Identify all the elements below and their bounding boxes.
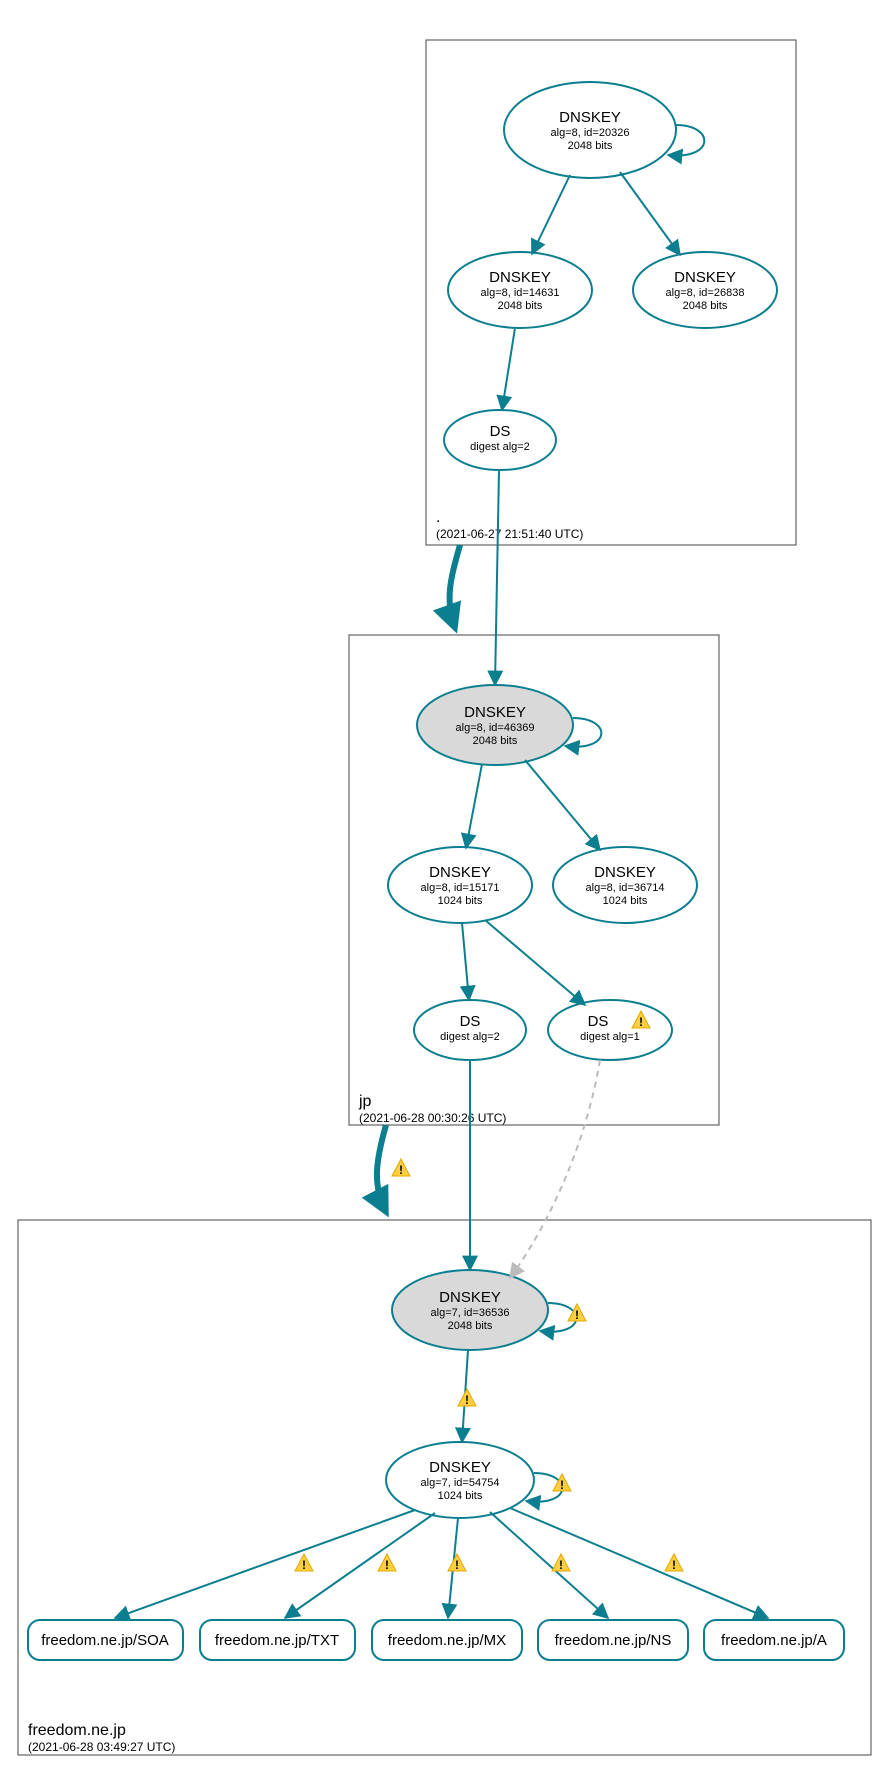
warn-icon: ! — [458, 1389, 476, 1407]
svg-text:1024 bits: 1024 bits — [438, 895, 483, 907]
svg-text:alg=8, id=20326: alg=8, id=20326 — [551, 127, 630, 139]
svg-text:alg=8, id=15171: alg=8, id=15171 — [421, 882, 500, 894]
zone-root: . (2021-06-27 21:51:40 UTC) DNSKEY alg=8… — [426, 40, 796, 545]
zone-jp-ts: (2021-06-28 00:30:26 UTC) — [359, 1111, 506, 1125]
node-root-k2: DNSKEY alg=8, id=26838 2048 bits — [633, 252, 777, 328]
svg-text:freedom.ne.jp/TXT: freedom.ne.jp/TXT — [215, 1632, 339, 1649]
svg-text:alg=7, id=54754: alg=7, id=54754 — [421, 1477, 500, 1489]
warn-icon: ! — [665, 1554, 683, 1572]
svg-text:DNSKEY: DNSKEY — [439, 1289, 501, 1306]
svg-text:DNSKEY: DNSKEY — [464, 704, 526, 721]
node-jp-zsk: DNSKEY alg=8, id=15171 1024 bits — [388, 847, 532, 923]
svg-text:1024 bits: 1024 bits — [603, 895, 648, 907]
zone-leaf-label: freedom.ne.jp — [28, 1722, 126, 1739]
rrset-ns: freedom.ne.jp/NS — [538, 1620, 688, 1660]
svg-text:!: ! — [385, 1558, 389, 1572]
svg-text:DS: DS — [490, 423, 511, 440]
svg-text:2048 bits: 2048 bits — [448, 1320, 493, 1332]
warn-icon: ! — [378, 1554, 396, 1572]
edge-jp-ds1-to-leaf-ksk — [510, 1060, 600, 1278]
zone-root-ts: (2021-06-27 21:51:40 UTC) — [436, 527, 583, 541]
svg-text:!: ! — [399, 1163, 403, 1177]
zone-root-label: . — [436, 509, 440, 526]
warn-icon: ! — [392, 1159, 410, 1177]
edge-root-ksk-zsk — [532, 175, 570, 254]
svg-text:!: ! — [560, 1478, 564, 1492]
edge-root-to-jp-deleg — [450, 545, 460, 628]
svg-text:alg=8, id=46369: alg=8, id=46369 — [456, 722, 535, 734]
warn-icon: ! — [295, 1554, 313, 1572]
edge-root-ds-to-jp-ksk — [495, 470, 499, 685]
svg-text:2048 bits: 2048 bits — [568, 140, 613, 152]
zone-jp: jp (2021-06-28 00:30:26 UTC) DNSKEY alg=… — [349, 470, 719, 1125]
svg-text:digest alg=2: digest alg=2 — [470, 441, 530, 453]
node-root-ksk: DNSKEY alg=8, id=20326 2048 bits — [504, 82, 676, 178]
node-leaf-zsk: DNSKEY alg=7, id=54754 1024 bits — [386, 1442, 534, 1518]
svg-text:alg=8, id=26838: alg=8, id=26838 — [666, 287, 745, 299]
svg-text:digest alg=1: digest alg=1 — [580, 1031, 640, 1043]
node-jp-k2: DNSKEY alg=8, id=36714 1024 bits — [553, 847, 697, 923]
svg-text:DNSKEY: DNSKEY — [674, 269, 736, 286]
rrset-mx: freedom.ne.jp/MX — [372, 1620, 522, 1660]
warn-icon: ! — [568, 1304, 586, 1322]
svg-text:!: ! — [639, 1015, 643, 1029]
zone-jp-label: jp — [358, 1093, 372, 1110]
svg-text:alg=8, id=36714: alg=8, id=36714 — [586, 882, 665, 894]
warn-icon: ! — [552, 1554, 570, 1572]
node-jp-ds1: DS digest alg=1 — [548, 1000, 672, 1060]
svg-text:DNSKEY: DNSKEY — [559, 109, 621, 126]
edge-jp-zsk-ds1 — [485, 920, 585, 1005]
rrset-soa: freedom.ne.jp/SOA — [28, 1620, 183, 1660]
svg-text:freedom.ne.jp/MX: freedom.ne.jp/MX — [388, 1632, 506, 1649]
warn-icon: ! — [553, 1474, 571, 1492]
svg-text:digest alg=2: digest alg=2 — [440, 1031, 500, 1043]
edge-jp-zsk-ds2 — [462, 923, 469, 1000]
edge-jp-to-leaf-deleg — [377, 1125, 386, 1212]
node-jp-ksk: DNSKEY alg=8, id=46369 2048 bits — [417, 685, 573, 765]
svg-text:!: ! — [559, 1558, 563, 1572]
svg-text:DS: DS — [588, 1013, 609, 1030]
svg-text:DNSKEY: DNSKEY — [489, 269, 551, 286]
svg-text:DNSKEY: DNSKEY — [429, 864, 491, 881]
svg-text:!: ! — [302, 1558, 306, 1572]
zone-leaf: freedom.ne.jp (2021-06-28 03:49:27 UTC) … — [18, 1060, 871, 1755]
svg-text:freedom.ne.jp/A: freedom.ne.jp/A — [721, 1632, 827, 1649]
edge-zsk-a — [510, 1508, 768, 1618]
svg-text:2048 bits: 2048 bits — [473, 735, 518, 747]
svg-text:DNSKEY: DNSKEY — [594, 864, 656, 881]
rrset-a: freedom.ne.jp/A — [704, 1620, 844, 1660]
svg-text:freedom.ne.jp/SOA: freedom.ne.jp/SOA — [41, 1632, 169, 1649]
svg-text:!: ! — [575, 1308, 579, 1322]
svg-text:2048 bits: 2048 bits — [683, 300, 728, 312]
edge-root-ksk-k2 — [620, 172, 680, 255]
edge-jp-ksk-k2 — [525, 760, 600, 850]
svg-text:!: ! — [672, 1558, 676, 1572]
edge-jp-ksk-zsk — [466, 764, 482, 848]
svg-text:1024 bits: 1024 bits — [438, 1490, 483, 1502]
dnssec-graph: . (2021-06-27 21:51:40 UTC) DNSKEY alg=8… — [0, 0, 891, 1772]
svg-text:DS: DS — [460, 1013, 481, 1030]
svg-text:DNSKEY: DNSKEY — [429, 1459, 491, 1476]
rrset-txt: freedom.ne.jp/TXT — [200, 1620, 355, 1660]
svg-text:!: ! — [465, 1393, 469, 1407]
warn-icon: ! — [448, 1554, 466, 1572]
node-jp-ds2: DS digest alg=2 — [414, 1000, 526, 1060]
node-leaf-ksk: DNSKEY alg=7, id=36536 2048 bits — [392, 1270, 548, 1350]
svg-text:!: ! — [455, 1558, 459, 1572]
edge-zsk-ns — [490, 1512, 608, 1618]
edge-root-zsk-ds — [502, 328, 515, 410]
svg-text:freedom.ne.jp/NS: freedom.ne.jp/NS — [555, 1632, 672, 1649]
node-root-ds: DS digest alg=2 — [444, 410, 556, 470]
node-root-zsk: DNSKEY alg=8, id=14631 2048 bits — [448, 252, 592, 328]
svg-text:alg=8, id=14631: alg=8, id=14631 — [481, 287, 560, 299]
edge-zsk-soa — [115, 1510, 415, 1618]
svg-text:alg=7, id=36536: alg=7, id=36536 — [431, 1307, 510, 1319]
zone-leaf-ts: (2021-06-28 03:49:27 UTC) — [28, 1740, 175, 1754]
svg-text:2048 bits: 2048 bits — [498, 300, 543, 312]
